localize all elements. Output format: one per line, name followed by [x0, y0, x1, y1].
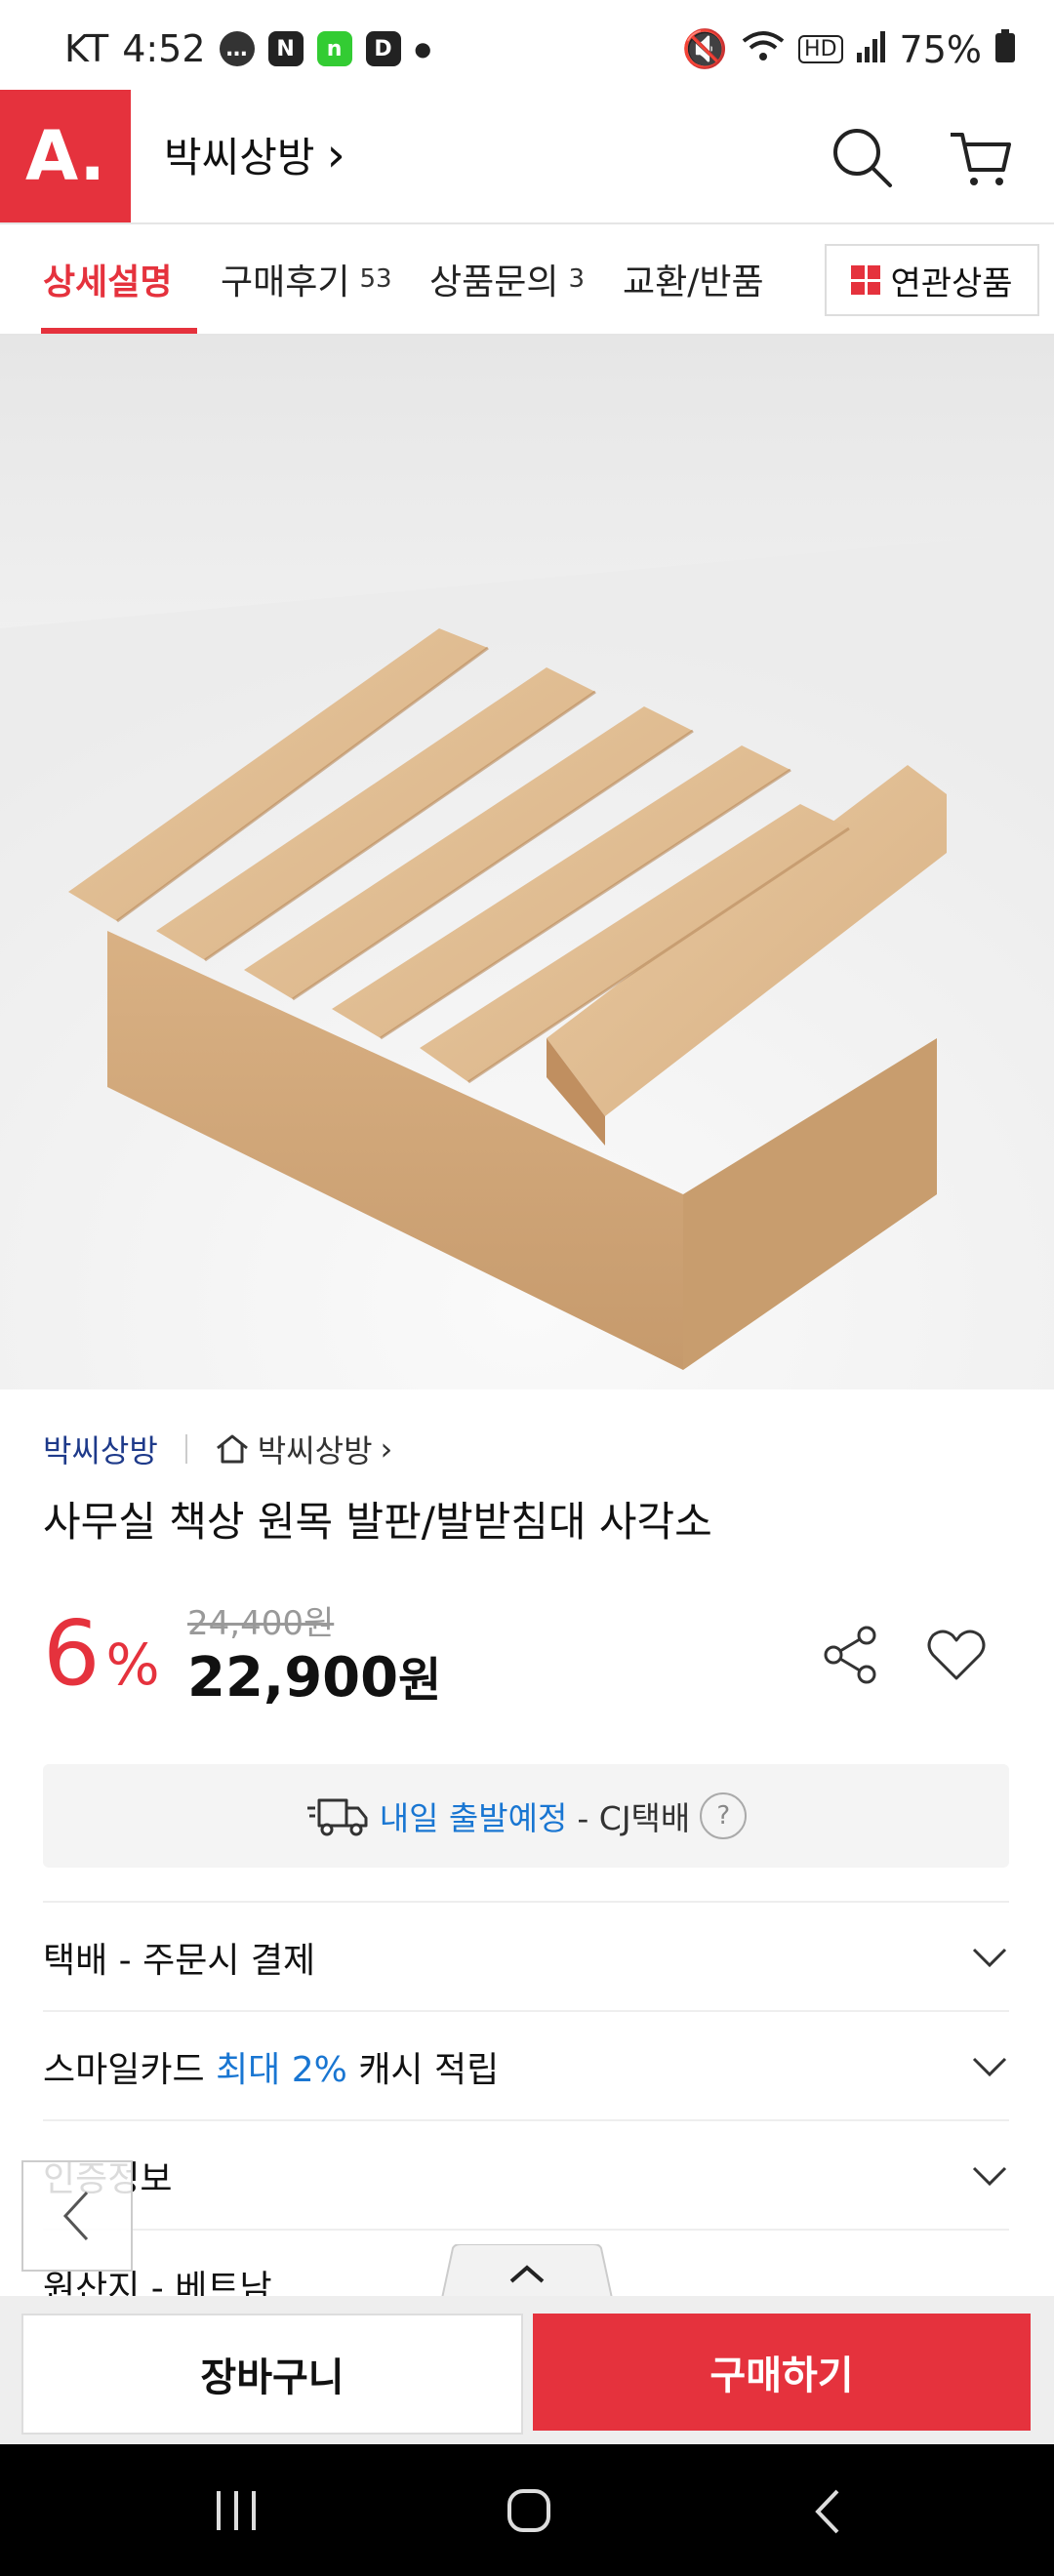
naver-icon: N — [267, 31, 304, 66]
mute-icon: 🔇 — [681, 27, 729, 70]
chevron-down-icon — [972, 2057, 1007, 2077]
tab-label: 상세설명 — [43, 262, 173, 302]
brand-row: 박씨상방 박씨상방 › — [43, 1427, 392, 1471]
product-image[interactable] — [0, 336, 1054, 1389]
battery-icon — [995, 28, 1015, 71]
shipping-info: 내일 출발예정 - CJ택배 ? — [43, 1764, 1009, 1868]
search-icon[interactable] — [828, 123, 896, 191]
n-app-icon: n — [316, 31, 352, 66]
original-price: 24,400원 — [187, 1604, 335, 1643]
wifi-icon — [742, 28, 785, 71]
related-label: 연관상품 — [890, 263, 1013, 303]
tab-label: 상품문의 — [429, 262, 559, 302]
tab-description[interactable]: 상세설명 — [40, 224, 199, 334]
shop-name: 박씨상방 — [257, 1432, 373, 1469]
back-nav-icon[interactable] — [810, 2487, 845, 2536]
talk-icon: … — [219, 31, 255, 66]
tab-label: 구매후기 — [221, 262, 350, 302]
status-bar: KT 4:52 … N n D ● 🔇 HD 75% — [0, 0, 1054, 90]
row-label-suffix: 캐시 적립 — [358, 2050, 500, 2090]
chevron-right-icon: › — [326, 127, 345, 182]
price-value: 22,900 — [187, 1646, 399, 1710]
cashback-rate: 최대 2% — [216, 2050, 347, 2090]
auction-logo[interactable]: A. — [0, 90, 131, 222]
buy-now-button[interactable]: 구매하기 — [533, 2314, 1031, 2431]
home-button-icon[interactable] — [506, 2487, 552, 2534]
system-nav-bar — [0, 2444, 1054, 2576]
home-icon — [216, 1434, 248, 1464]
related-products-button[interactable]: 연관상품 — [825, 244, 1039, 316]
detail-tabs: 상세설명 구매후기 53 상품문의 3 교환/반품 연관상품 — [0, 224, 1054, 336]
sale-price: 22,900원 — [187, 1641, 441, 1710]
cart-icon[interactable] — [947, 123, 1015, 191]
chevron-down-icon — [972, 2166, 1007, 2187]
app-header: A. 박씨상방 › — [0, 90, 1054, 224]
chevron-right-icon: › — [380, 1430, 393, 1468]
collapse-handle[interactable] — [441, 2244, 613, 2303]
discount-value: 6 — [43, 1601, 101, 1706]
store-title: 박씨상방 — [164, 134, 315, 181]
review-count: 53 — [359, 264, 392, 294]
tab-label: 교환/반품 — [623, 262, 764, 302]
tab-reviews[interactable]: 구매후기 53 — [221, 224, 392, 334]
dot-icon: ● — [414, 37, 431, 60]
heart-icon[interactable] — [925, 1624, 988, 1686]
row-label: 스마일카드 — [43, 2050, 205, 2090]
chevron-down-icon — [972, 1948, 1007, 1968]
brand-name[interactable]: 박씨상방 — [43, 1427, 158, 1471]
discount-rate: 6 % — [43, 1601, 160, 1706]
price-unit: 원 — [398, 1653, 442, 1708]
tab-questions[interactable]: 상품문의 3 — [429, 224, 585, 334]
add-to-cart-button[interactable]: 장바구니 — [21, 2314, 523, 2435]
tab-exchange-return[interactable]: 교환/반품 — [623, 224, 764, 334]
share-icon[interactable] — [820, 1624, 882, 1686]
certification-row[interactable]: 인증정보 — [43, 2119, 1009, 2231]
chevron-left-icon — [62, 2191, 89, 2241]
divider — [184, 1434, 187, 1464]
back-button[interactable] — [21, 2160, 133, 2272]
truck-icon — [306, 1798, 368, 1836]
signal-icon — [856, 28, 886, 71]
carrier: KT — [64, 27, 109, 70]
clock: 4:52 — [122, 27, 206, 70]
help-icon[interactable]: ? — [700, 1792, 748, 1839]
row-label: 택배 - 주문시 결제 — [43, 1941, 316, 1981]
grid-icon — [851, 265, 881, 295]
recent-apps-icon[interactable] — [213, 2489, 262, 2532]
delivery-fee-row[interactable]: 택배 - 주문시 결제 — [43, 1901, 1009, 2012]
ship-date: 내일 출발예정 — [379, 1799, 568, 1837]
purchase-bar: 장바구니 구매하기 — [0, 2296, 1054, 2444]
discount-unit: % — [105, 1631, 160, 1698]
d-app-icon: D — [365, 31, 401, 66]
ship-carrier: - CJ택배 — [577, 1799, 691, 1837]
battery-level: 75% — [899, 27, 982, 71]
store-title-link[interactable]: 박씨상방 › — [164, 125, 345, 184]
shop-link[interactable]: 박씨상방 › — [215, 1427, 393, 1471]
question-count: 3 — [568, 264, 586, 294]
product-title: 사무실 책상 원목 발판/발받침대 사각소 — [43, 1498, 712, 1546]
smile-card-row[interactable]: 스마일카드 최대 2% 캐시 적립 — [43, 2010, 1009, 2121]
hd-icon: HD — [798, 35, 843, 63]
